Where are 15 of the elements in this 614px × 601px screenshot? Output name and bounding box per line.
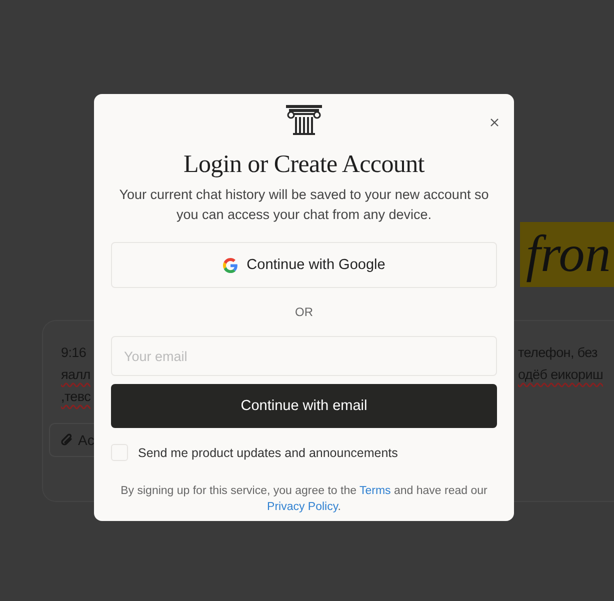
paperclip-icon xyxy=(60,432,74,448)
continue-email-button[interactable]: Continue with email xyxy=(111,384,497,428)
terms-link[interactable]: Terms xyxy=(360,485,391,497)
privacy-link[interactable]: Privacy Policy xyxy=(267,501,338,513)
checkbox-label: Send me product updates and announcements xyxy=(138,446,398,460)
google-icon xyxy=(222,258,238,272)
close-icon xyxy=(490,118,498,126)
legal-notice: By signing up for this service, you agree to the Terms and have read our Privacy Policy. xyxy=(120,484,488,515)
dialog-title: Login or Create Account xyxy=(182,151,426,179)
dialog-subtitle: Your current chat history will be saved to your new account so you can access your chat from any device. xyxy=(118,186,490,224)
or-divider: OR xyxy=(294,305,314,319)
email-field[interactable]: Your email xyxy=(111,336,497,376)
column-logo-icon xyxy=(285,104,323,135)
google-button[interactable]: Continue with Google xyxy=(111,242,497,288)
highlighted-heading: fron xyxy=(520,222,614,287)
